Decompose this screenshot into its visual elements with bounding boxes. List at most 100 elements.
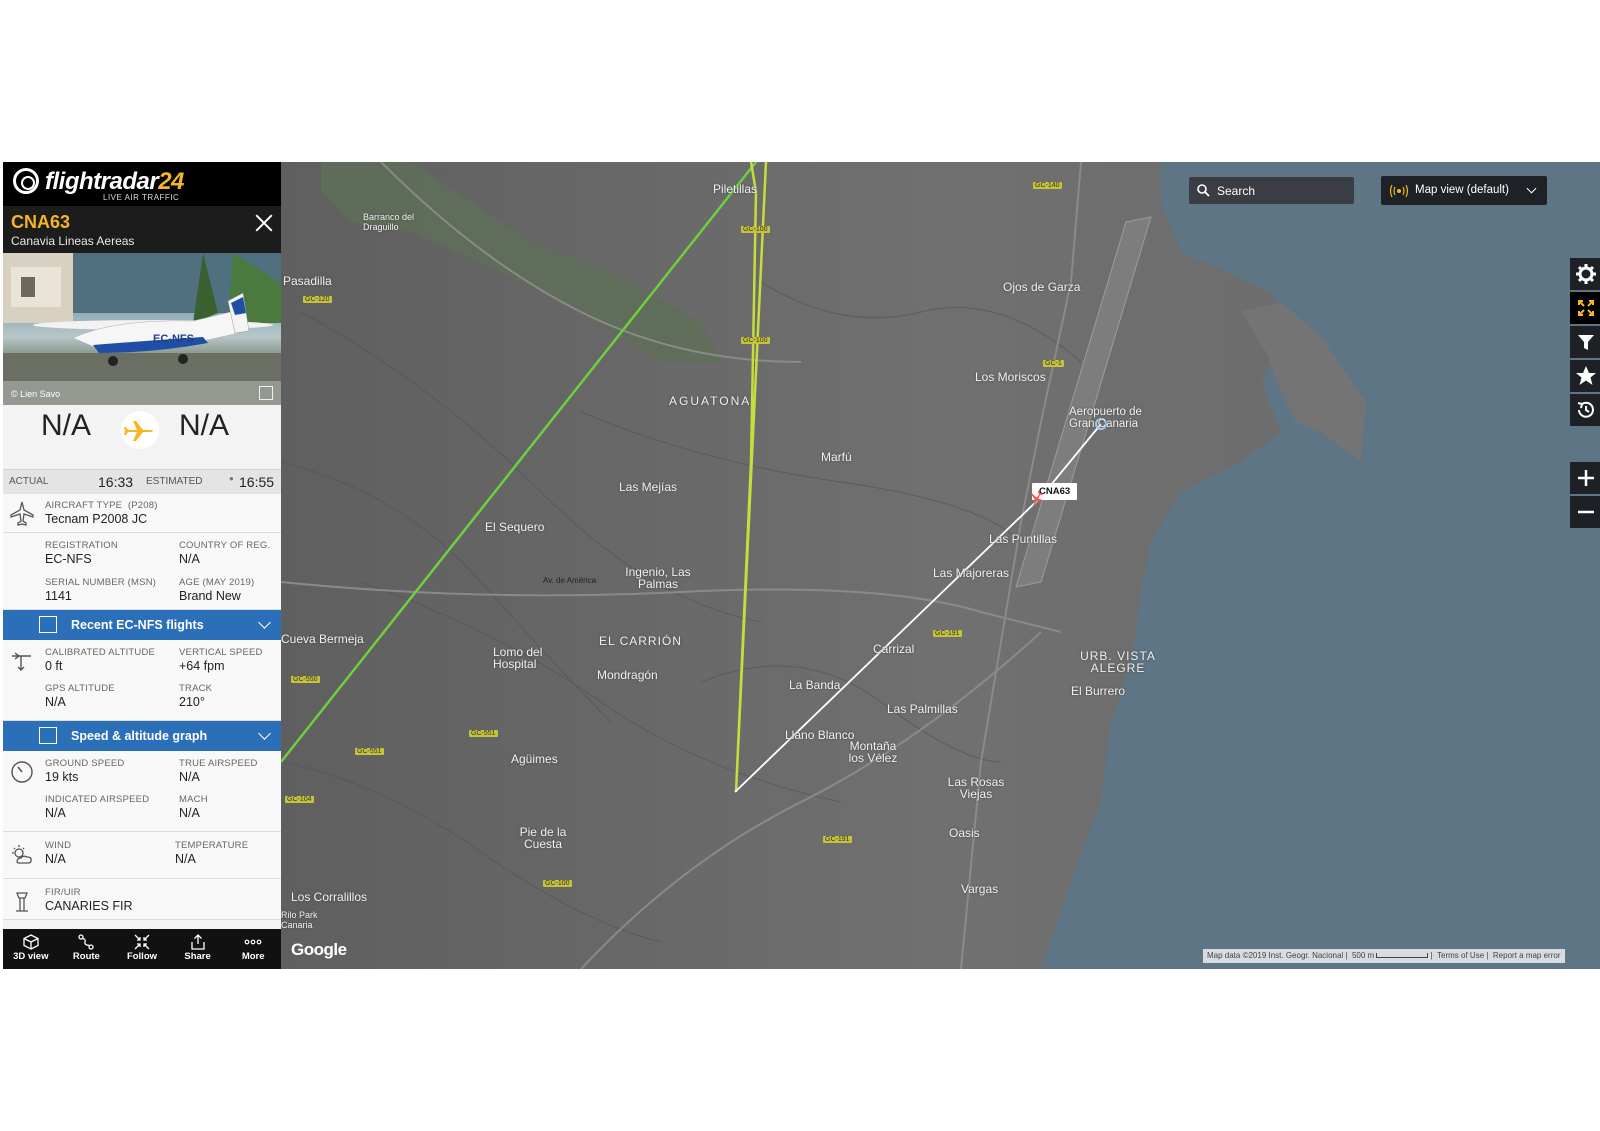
flight-info-panel: flightradar24 LIVE AIR TRAFFIC CNA63 Can… [3, 162, 281, 969]
chevron-down-icon [258, 727, 271, 740]
zoom-out-button[interactable] [1570, 496, 1600, 528]
filter-icon [1578, 335, 1594, 350]
map-view-select[interactable]: Map view (default) [1381, 176, 1547, 205]
more-button[interactable]: More [225, 929, 281, 969]
place-label: Agüimes [511, 752, 558, 766]
aircraft-type-label: AIRCRAFT TYPE [45, 500, 123, 511]
share-button[interactable]: Share [170, 929, 226, 969]
destination-airport[interactable]: N/A [179, 409, 229, 443]
vertical-speed-value: +64 fpm [179, 659, 225, 673]
map-attribution: Map data ©2019 Inst. Geogr. Nacional | 5… [1203, 949, 1565, 963]
brand-tagline: LIVE AIR TRAFFIC [103, 193, 180, 202]
route-button[interactable]: Route [59, 929, 115, 969]
estimated-label: ESTIMATED [146, 476, 203, 487]
place-label: Lomo del Hospital [493, 645, 543, 671]
gps-altitude-value: N/A [45, 695, 66, 709]
expand-photo-icon[interactable] [259, 386, 273, 400]
place-label: AGUATONA [669, 394, 752, 408]
3d-view-button[interactable]: 3D view [3, 929, 59, 969]
favorites-button[interactable] [1570, 360, 1600, 392]
road-shield: GC-551 [355, 748, 384, 755]
report-link[interactable]: Report a map error [1493, 951, 1561, 960]
road-shield: GC-104 [285, 796, 314, 803]
settings-button[interactable] [1570, 258, 1600, 290]
actual-time: 16:33 [98, 474, 134, 490]
place-label: Ojos de Garza [1003, 280, 1081, 294]
search-icon [1197, 184, 1210, 197]
country-label: COUNTRY OF REG. [179, 540, 271, 551]
road-shield: GC-140 [1033, 182, 1062, 189]
road-shield: GC-100 [741, 226, 770, 233]
speed-section: GROUND SPEED 19 kts TRUE AIRSPEED N/A IN… [3, 751, 281, 832]
track-value: 210° [179, 695, 205, 709]
speedometer-icon [11, 761, 33, 783]
recent-flights-toggle[interactable]: Recent EC-NFS flights [3, 610, 281, 640]
follow-button[interactable]: Follow [114, 929, 170, 969]
aircraft-type-value: Tecnam P2008 JC [45, 512, 148, 526]
place-label: El Sequero [485, 520, 545, 534]
route-icon [78, 934, 95, 950]
aircraft-type-section: AIRCRAFT TYPE (P208) Tecnam P2008 JC [3, 494, 281, 533]
tower-icon [16, 892, 28, 912]
fir-section: FIR/UIR CANARIES FIR [3, 879, 281, 920]
place-label: El Burrero [1071, 684, 1126, 698]
gps-altitude-label: GPS ALTITUDE [45, 683, 115, 694]
place-label: Las Mejías [619, 480, 678, 494]
true-airspeed-label: TRUE AIRSPEED [179, 758, 258, 769]
fir-value: CANARIES FIR [45, 899, 133, 913]
filter-button[interactable] [1570, 326, 1600, 358]
place-label: Las Palmillas [887, 702, 958, 716]
recent-flights-label: Recent EC-NFS flights [71, 618, 204, 632]
aircraft-icon [10, 501, 34, 526]
playback-button[interactable] [1570, 394, 1600, 426]
scale-label[interactable]: 500 m [1352, 951, 1374, 960]
photo-credit: © Lien Savo [11, 389, 61, 399]
road-shield: GC-191 [933, 630, 962, 637]
place-label: Ingenio, Las Palmas [625, 565, 691, 591]
broadcast-icon [1389, 184, 1409, 198]
place-label: Los Corralillos [291, 890, 368, 904]
place-label: Montaña los Vélez [848, 739, 898, 765]
indicated-airspeed-label: INDICATED AIRSPEED [45, 794, 150, 805]
fullscreen-button[interactable] [1570, 292, 1600, 324]
road-shield: GC-191 [823, 836, 852, 843]
zoom-in-button[interactable] [1570, 462, 1600, 494]
place-label: Vargas [961, 882, 999, 896]
place-label: Rilo Park Canaria [281, 910, 318, 930]
origin-airport[interactable]: N/A [41, 409, 91, 443]
aircraft-marker-icon[interactable] [1028, 490, 1046, 508]
terms-link[interactable]: Terms of Use [1437, 951, 1484, 960]
place-label: Mondragón [597, 668, 658, 682]
road-shield: GC-1 [1043, 360, 1064, 367]
estimated-dot-icon: ● [229, 474, 234, 483]
speed-graph-toggle[interactable]: Speed & altitude graph [3, 721, 281, 751]
place-label: Cueva Bermeja [281, 632, 364, 646]
place-label: Las Puntillas [989, 532, 1058, 546]
map-view-label: Map view (default) [1415, 184, 1509, 196]
wind-value: N/A [45, 852, 66, 866]
airline-name: Canavia Lineas Aereas [11, 234, 135, 248]
google-logo: Google [291, 940, 347, 959]
mach-label: MACH [179, 794, 208, 805]
place-label: Los Moriscos [975, 370, 1046, 384]
route-summary: N/A N/A [3, 405, 281, 469]
wind-label: WIND [45, 840, 72, 851]
scale-bar [1376, 953, 1429, 959]
star-icon [1576, 366, 1596, 385]
radar-logo-icon [13, 168, 39, 194]
brand-logo[interactable]: flightradar24 [45, 168, 184, 196]
map-canvas[interactable]: Piletillas Barranco del Draguillo Pasadi… [281, 162, 1600, 969]
minus-icon [1578, 510, 1594, 514]
search-box[interactable]: Search [1189, 177, 1354, 204]
aircraft-type-code: (P208) [127, 500, 158, 511]
registration-value: EC-NFS [45, 552, 92, 566]
country-value: N/A [179, 552, 200, 566]
aircraft-photo[interactable]: EC-NFS © Lien Savo [3, 253, 281, 405]
place-label: Piletillas [713, 182, 758, 196]
mach-value: N/A [179, 806, 200, 820]
logo-bar: flightradar24 LIVE AIR TRAFFIC [3, 162, 281, 206]
follow-icon [134, 934, 150, 950]
close-icon[interactable] [255, 214, 273, 232]
action-bar: 3D view Route Follow Share More [3, 929, 281, 969]
calendar-icon [39, 616, 57, 633]
